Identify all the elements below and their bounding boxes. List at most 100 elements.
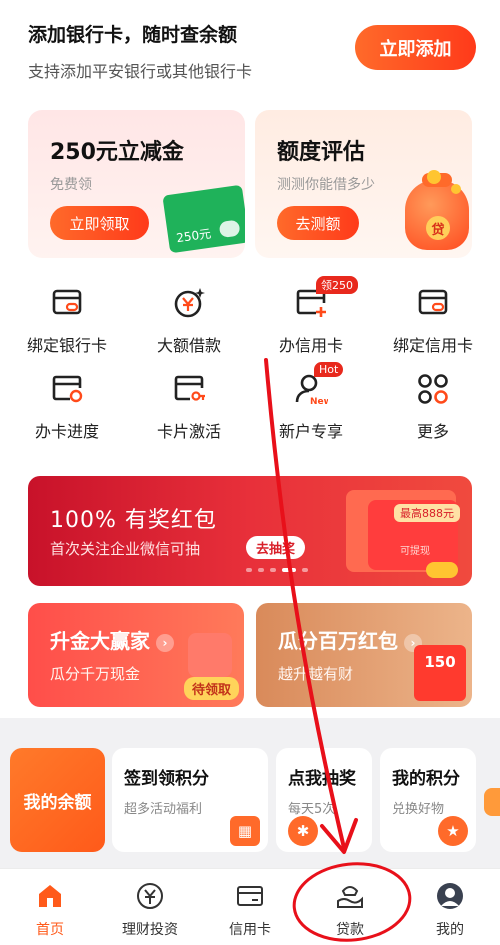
grid-label: 办卡进度 bbox=[34, 422, 99, 441]
header-title: 添加银行卡，随时查余额 bbox=[28, 24, 238, 46]
grid-item-bind-credit-card[interactable]: 绑定信用卡 bbox=[378, 286, 488, 356]
home-icon bbox=[35, 881, 65, 911]
tab-home[interactable]: 首页 bbox=[0, 881, 100, 939]
gift-box-icon bbox=[188, 633, 232, 677]
new-user-badge: Hot bbox=[314, 362, 344, 377]
bind-credit-card-icon bbox=[416, 286, 450, 320]
star-icon: ★ bbox=[438, 816, 468, 846]
sign-in-tile[interactable]: 签到领积分 超多活动福利 ▦ bbox=[112, 748, 268, 852]
assessment-card-title: 额度评估 bbox=[277, 140, 366, 165]
bind-card-icon bbox=[50, 286, 84, 320]
wechat-icon bbox=[218, 219, 241, 239]
grid-item-new-user[interactable]: New Hot 新户专享 bbox=[256, 362, 366, 442]
tile-subtitle: 每天5次 bbox=[288, 802, 336, 817]
grid-item-more[interactable]: 更多 bbox=[378, 372, 488, 442]
credit-card-icon bbox=[235, 881, 265, 911]
card-activate-icon bbox=[172, 372, 206, 406]
withdrawable-note: 可提现 bbox=[400, 546, 430, 557]
carousel-dot-active bbox=[282, 568, 296, 572]
tile-subtitle: 超多活动福利 bbox=[124, 802, 203, 817]
loan-icon bbox=[335, 881, 365, 911]
promo-title: 升金大赢家 bbox=[50, 629, 150, 653]
grid-label: 更多 bbox=[416, 422, 449, 441]
add-now-button[interactable]: 立即添加 bbox=[355, 25, 476, 70]
envelope-amount: 150 bbox=[424, 653, 456, 671]
grid-label: 大额借款 bbox=[156, 336, 221, 355]
gold-coin-icon bbox=[427, 170, 441, 184]
tab-wealth[interactable]: 理财投资 bbox=[100, 881, 200, 939]
loan-badge: 贷 bbox=[426, 216, 450, 240]
credit-assessment-card[interactable]: 额度评估 测测你能借多少 去测额 贷 bbox=[255, 110, 472, 258]
tab-label: 信用卡 bbox=[229, 922, 271, 938]
scroll-hint-icon bbox=[484, 788, 500, 816]
wechat-coupon-icon: 250元 bbox=[162, 184, 245, 254]
carousel-dot bbox=[258, 568, 264, 572]
header-subtitle: 支持添加平安银行或其他银行卡 bbox=[28, 62, 253, 81]
tab-loan[interactable]: 贷款 bbox=[300, 881, 400, 939]
carousel-dot bbox=[246, 568, 252, 572]
promo-title: 瓜分百万红包 bbox=[278, 629, 398, 653]
draw-lottery-button[interactable]: 去抽奖 bbox=[246, 536, 306, 559]
grid-item-bind-card[interactable]: 绑定银行卡 bbox=[12, 286, 122, 356]
profile-icon bbox=[435, 881, 465, 911]
coupon-card-title: 250元立减金 bbox=[50, 140, 184, 165]
yuan-loan-icon bbox=[172, 286, 206, 320]
red-packet-banner[interactable]: 100% 有奖红包 首次关注企业微信可抽 去抽奖 最高888元 可提现 bbox=[28, 476, 472, 586]
tab-credit-card[interactable]: 信用卡 bbox=[200, 881, 300, 939]
claim-now-button[interactable]: 立即领取 bbox=[50, 206, 149, 240]
grid-label: 绑定银行卡 bbox=[26, 336, 107, 355]
grid-label: 绑定信用卡 bbox=[392, 336, 473, 355]
banner-title: 100% 有奖红包 bbox=[50, 508, 217, 533]
to-claim-tag[interactable]: 待领取 bbox=[184, 677, 240, 700]
tile-title: 点我抽奖 bbox=[288, 769, 356, 789]
wheel-icon: ✱ bbox=[288, 816, 318, 846]
promo-subtitle: 越升越有财 bbox=[278, 665, 354, 683]
gold-coin-icon bbox=[451, 184, 461, 194]
new-tag: New bbox=[310, 397, 328, 406]
card-progress-icon bbox=[50, 372, 84, 406]
wealth-icon bbox=[135, 881, 165, 911]
bottom-tab-bar: 首页 理财投资 信用卡 贷款 我的 bbox=[0, 868, 500, 945]
coupon-card-subtitle: 免费领 bbox=[50, 177, 92, 193]
home-content: 250元立减金 免费领 立即领取 250元 额度评估 测测你能借多少 去测额 贷… bbox=[0, 98, 500, 868]
my-points-tile[interactable]: 我的积分 兑换好物 ★ bbox=[380, 748, 476, 852]
tab-label: 理财投资 bbox=[122, 922, 178, 938]
tab-label: 我的 bbox=[436, 922, 464, 938]
promo-card-winner[interactable]: 升金大赢家 › 瓜分千万现金 待领取 bbox=[28, 603, 244, 707]
lottery-tile[interactable]: 点我抽奖 每天5次 ✱ bbox=[276, 748, 372, 852]
grid-item-card-progress[interactable]: 办卡进度 bbox=[12, 372, 122, 442]
add-card-header: 添加银行卡，随时查余额 支持添加平安银行或其他银行卡 立即添加 bbox=[0, 0, 500, 98]
new-user-icon: New Hot bbox=[294, 362, 344, 407]
promo-subtitle: 瓜分千万现金 bbox=[50, 665, 141, 683]
my-balance-tile[interactable]: 我的余额 bbox=[10, 748, 105, 852]
tab-profile[interactable]: 我的 bbox=[400, 881, 500, 939]
grid-item-apply-card[interactable]: 领250 办信用卡 bbox=[256, 276, 366, 356]
grid-item-card-activate[interactable]: 卡片激活 bbox=[134, 372, 244, 442]
carousel-dot bbox=[270, 568, 276, 572]
apply-card-badge: 领250 bbox=[316, 276, 358, 294]
grid-label: 办信用卡 bbox=[278, 336, 343, 355]
carousel-dots bbox=[246, 568, 308, 572]
apply-card-icon: 领250 bbox=[294, 276, 358, 320]
tile-title: 我的积分 bbox=[392, 769, 460, 789]
max-prize-tag: 最高888元 bbox=[394, 504, 460, 522]
gold-ingot-icon bbox=[426, 562, 458, 578]
tab-label: 首页 bbox=[36, 922, 64, 938]
tab-label: 贷款 bbox=[336, 922, 364, 938]
tile-subtitle: 兑换好物 bbox=[392, 802, 445, 817]
promo-card-red-packet[interactable]: 瓜分百万红包 › 越升越有财 150 bbox=[256, 603, 472, 707]
red-envelope-icon: 150 bbox=[414, 645, 466, 701]
carousel-dot bbox=[302, 568, 308, 572]
grid-label: 卡片激活 bbox=[156, 422, 221, 441]
grid-label: 新户专享 bbox=[278, 422, 343, 441]
more-icon bbox=[416, 372, 450, 406]
activity-strip: 我的余额 签到领积分 超多活动福利 ▦ 点我抽奖 每天5次 ✱ 我的积分 兑换好… bbox=[0, 718, 500, 868]
assessment-card-subtitle: 测测你能借多少 bbox=[277, 177, 375, 193]
coupon-card[interactable]: 250元立减金 免费领 立即领取 250元 bbox=[28, 110, 245, 258]
coupon-amount: 250元 bbox=[175, 226, 212, 246]
banner-subtitle: 首次关注企业微信可抽 bbox=[50, 540, 201, 558]
go-assess-button[interactable]: 去测额 bbox=[277, 206, 359, 240]
calendar-icon: ▦ bbox=[230, 816, 260, 846]
grid-item-large-loan[interactable]: 大额借款 bbox=[134, 286, 244, 356]
chevron-right-icon: › bbox=[156, 633, 174, 652]
